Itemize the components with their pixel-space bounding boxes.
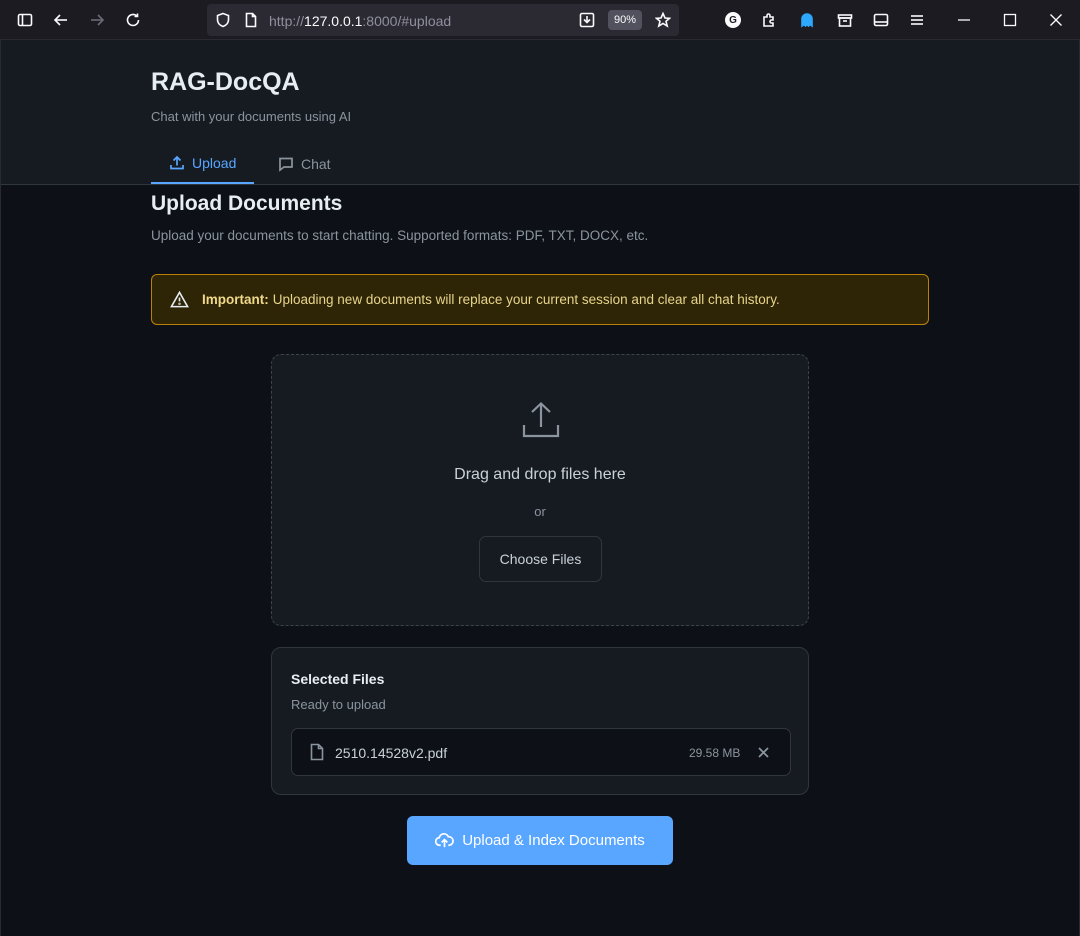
selected-files-status: Ready to upload — [291, 697, 386, 712]
ghost-extension-icon[interactable] — [797, 10, 817, 30]
maximize-icon[interactable] — [1000, 10, 1020, 30]
warning-message: Uploading new documents will replace you… — [272, 292, 780, 307]
close-icon — [757, 746, 769, 758]
remove-file-button[interactable] — [755, 744, 771, 760]
url-text[interactable]: http://127.0.0.1:8000/#upload — [269, 13, 451, 29]
cloud-upload-icon — [435, 832, 455, 848]
file-dropzone[interactable]: Drag and drop files here or Choose Files — [271, 354, 809, 626]
upload-tab-icon — [170, 155, 184, 170]
dropzone-or: or — [534, 504, 546, 519]
selected-files-panel: Selected Files Ready to upload 2510.1452… — [271, 647, 809, 795]
tab-chat[interactable]: Chat — [278, 144, 331, 184]
zoom-level-badge[interactable]: 90% — [608, 10, 642, 30]
dropzone-text: Drag and drop files here — [454, 466, 626, 483]
forward-icon[interactable] — [87, 10, 107, 30]
app-subtitle: Chat with your documents using AI — [151, 109, 352, 124]
close-window-icon[interactable] — [1046, 10, 1066, 30]
reader-view-icon[interactable] — [871, 10, 891, 30]
upload-index-button[interactable]: Upload & Index Documents — [407, 816, 673, 865]
selected-files-title: Selected Files — [291, 671, 385, 687]
warning-label: Important: — [202, 292, 269, 307]
upload-index-label: Upload & Index Documents — [462, 832, 645, 849]
page-description: Upload your documents to start chatting.… — [151, 228, 649, 243]
minimize-icon[interactable] — [954, 10, 974, 30]
session-warning-banner: Important: Uploading new documents will … — [151, 274, 929, 325]
page-title: Upload Documents — [151, 192, 343, 215]
window-border-left — [0, 40, 1, 936]
tab-chat-label: Chat — [301, 156, 331, 172]
back-icon[interactable] — [51, 10, 71, 30]
browser-toolbar: http://127.0.0.1:8000/#upload 90% G — [0, 0, 1080, 40]
warning-triangle-icon — [170, 290, 189, 308]
file-icon — [308, 743, 326, 761]
download-icon[interactable] — [577, 10, 597, 30]
app-title: RAG-DocQA — [151, 68, 300, 96]
file-name: 2510.14528v2.pdf — [335, 745, 448, 761]
tab-upload[interactable]: Upload — [151, 144, 254, 184]
tab-upload-label: Upload — [192, 155, 237, 171]
extension-g-icon[interactable]: G — [723, 10, 743, 30]
choose-files-button[interactable]: Choose Files — [479, 536, 602, 582]
container-tab-icon[interactable] — [835, 10, 855, 30]
bookmark-star-icon[interactable] — [653, 10, 673, 30]
file-size: 29.58 MB — [689, 746, 741, 760]
shield-icon[interactable] — [213, 10, 233, 30]
extensions-puzzle-icon[interactable] — [759, 10, 779, 30]
chat-bubble-icon — [279, 157, 293, 172]
file-list-item: 2510.14528v2.pdf 29.58 MB — [291, 728, 791, 776]
page-icon — [241, 10, 261, 30]
app-header: RAG-DocQA Chat with your documents using… — [0, 40, 1080, 185]
reload-icon[interactable] — [123, 10, 143, 30]
upload-tray-icon — [521, 400, 561, 440]
sidebar-toggle-icon[interactable] — [15, 10, 35, 30]
address-bar[interactable]: http://127.0.0.1:8000/#upload 90% — [207, 4, 679, 36]
menu-icon[interactable] — [907, 10, 927, 30]
